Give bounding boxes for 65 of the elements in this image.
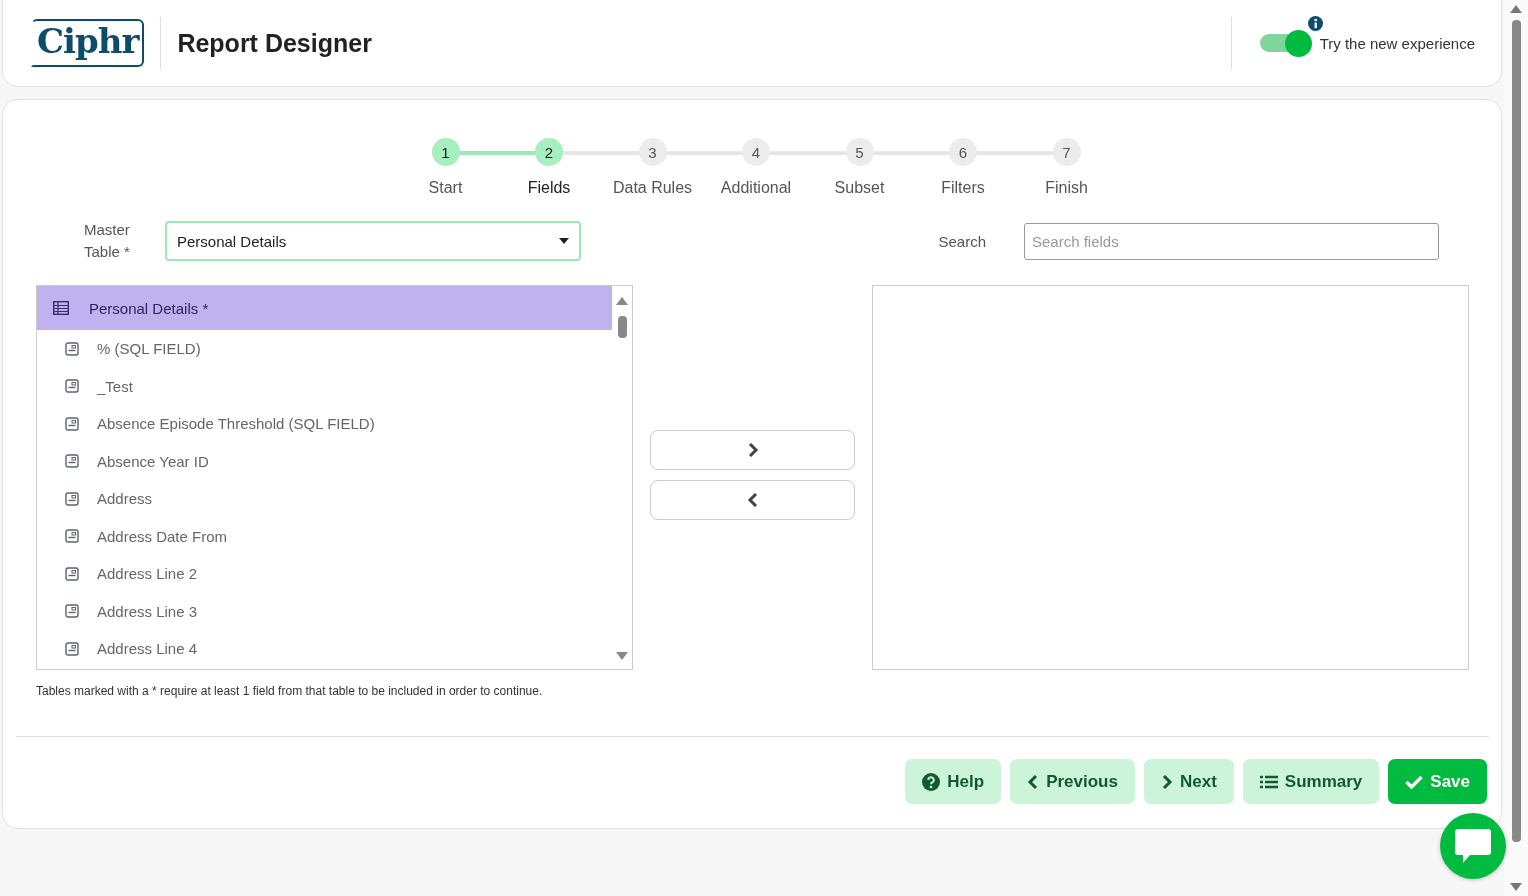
step-number[interactable]: 6 bbox=[949, 138, 977, 166]
dropdown-caret-icon bbox=[559, 238, 569, 244]
field-item[interactable]: Address bbox=[37, 480, 612, 518]
chevron-left-icon bbox=[1027, 773, 1040, 790]
field-icon bbox=[65, 566, 79, 581]
step-label[interactable]: Start bbox=[428, 179, 463, 197]
summary-button[interactable]: Summary bbox=[1242, 759, 1380, 804]
field-icon bbox=[65, 641, 79, 656]
page-title: Report Designer bbox=[177, 28, 372, 58]
step-label[interactable]: Additional bbox=[720, 179, 792, 197]
chevron-right-icon bbox=[746, 442, 759, 457]
field-item[interactable]: Address Line 3 bbox=[37, 592, 612, 630]
field-item[interactable]: Address Line 4 bbox=[37, 630, 612, 668]
master-table-label: Master Table * bbox=[83, 220, 131, 262]
step-label[interactable]: Finish bbox=[1045, 179, 1088, 197]
chevron-left-icon bbox=[746, 492, 759, 507]
field-item[interactable]: % (SQL FIELD) bbox=[37, 330, 612, 368]
search-label: Search bbox=[938, 232, 986, 250]
table-icon bbox=[53, 301, 69, 315]
scroll-down-icon[interactable] bbox=[1510, 882, 1522, 892]
checkmark-icon bbox=[1405, 774, 1424, 789]
step-label[interactable]: Data Rules bbox=[612, 179, 693, 197]
step-label[interactable]: Filters bbox=[941, 179, 985, 197]
add-field-button[interactable] bbox=[650, 429, 855, 470]
scroll-up-icon[interactable] bbox=[1510, 4, 1522, 14]
field-icon bbox=[65, 416, 79, 431]
step-number[interactable]: 5 bbox=[845, 138, 874, 166]
field-item[interactable]: Address Date From bbox=[37, 517, 612, 555]
field-item[interactable]: Absence Year ID bbox=[37, 442, 612, 480]
field-icon bbox=[65, 604, 79, 619]
field-icon bbox=[65, 529, 79, 544]
scroll-up-icon[interactable] bbox=[616, 296, 628, 306]
step-number[interactable]: 1 bbox=[431, 138, 460, 166]
speech-bubble-icon bbox=[1454, 828, 1492, 864]
toggle-label: Try the new experience bbox=[1319, 34, 1475, 52]
next-button[interactable]: Next bbox=[1143, 759, 1234, 804]
master-table-dropdown[interactable]: Personal Details bbox=[165, 221, 581, 261]
chevron-right-icon bbox=[1160, 773, 1173, 790]
table-row[interactable]: Personal Details * bbox=[37, 286, 612, 330]
note-text: Tables marked with a * require at least 1 field from that table to be included in order to continue. bbox=[36, 684, 544, 698]
help-icon bbox=[922, 772, 941, 791]
step-number[interactable]: 3 bbox=[638, 138, 667, 166]
step-number[interactable]: 7 bbox=[1052, 138, 1081, 166]
toggle-switch[interactable] bbox=[1259, 29, 1312, 57]
previous-button[interactable]: Previous bbox=[1010, 759, 1135, 804]
field-icon bbox=[65, 454, 79, 469]
search-field[interactable]: Search fields bbox=[1024, 222, 1439, 260]
scroll-thumb[interactable] bbox=[617, 316, 627, 338]
step-number[interactable]: 2 bbox=[535, 138, 563, 166]
logo: Ciphr bbox=[31, 19, 145, 67]
remove-field-button[interactable] bbox=[650, 479, 855, 520]
step-number[interactable]: 4 bbox=[742, 138, 770, 166]
scroll-down-icon[interactable] bbox=[616, 651, 628, 661]
field-item[interactable]: Address Line 2 bbox=[37, 555, 612, 593]
info-icon[interactable] bbox=[1307, 15, 1323, 31]
field-icon bbox=[65, 341, 79, 356]
chat-button[interactable] bbox=[1440, 813, 1506, 879]
field-item[interactable]: _Test bbox=[37, 367, 612, 405]
list-icon bbox=[1259, 774, 1278, 789]
help-button[interactable]: Help bbox=[905, 759, 1002, 804]
step-label[interactable]: Fields bbox=[527, 179, 571, 197]
field-icon bbox=[65, 491, 79, 506]
field-item[interactable]: Absence Episode Threshold (SQL FIELD) bbox=[37, 405, 612, 443]
field-icon bbox=[65, 379, 79, 394]
step-label[interactable]: Subset bbox=[834, 179, 885, 197]
